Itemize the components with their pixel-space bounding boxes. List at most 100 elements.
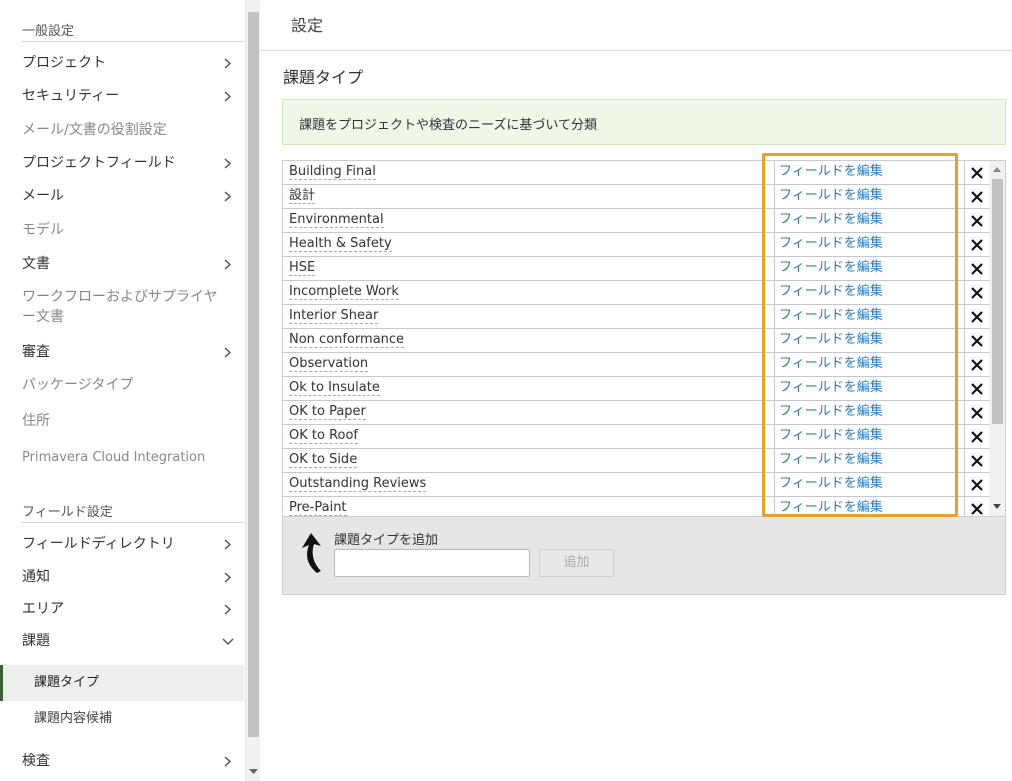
issue-type-name[interactable]: 設計 [289,188,316,204]
issue-type-name[interactable]: Incomplete Work [289,284,399,300]
sidebar-item-inspection[interactable]: 検査 [22,751,244,771]
table-row: OK to Roof フィールドを編集 [283,425,989,449]
sidebar-item-label: 検査 [22,753,50,769]
issue-type-name[interactable]: OK to Side [289,452,358,468]
issue-type-name-cell[interactable]: OK to Roof [283,425,775,449]
sidebar-item-review[interactable]: 審査 [22,342,244,362]
issue-type-name[interactable]: Interior Shear [289,308,379,324]
add-issue-type-input[interactable] [334,549,530,577]
edit-fields-link[interactable]: フィールドを編集 [775,401,965,425]
add-button[interactable]: 追加 [539,549,614,577]
edit-fields-link[interactable]: フィールドを編集 [775,161,965,185]
delete-button[interactable] [965,305,989,329]
edit-fields-link[interactable]: フィールドを編集 [775,329,965,353]
issue-type-name-cell[interactable]: Pre-Paint [283,497,775,516]
delete-button[interactable] [965,185,989,209]
sidebar-item-label: モデル [22,222,64,238]
edit-fields-link[interactable]: フィールドを編集 [775,233,965,257]
edit-fields-link[interactable]: フィールドを編集 [775,425,965,449]
issue-type-name-cell[interactable]: Outstanding Reviews [283,473,775,497]
edit-fields-link[interactable]: フィールドを編集 [775,377,965,401]
issue-type-name[interactable]: Observation [289,356,369,372]
issue-type-name-cell[interactable]: 設計 [283,185,775,209]
info-banner: 課題をプロジェクトや検査のニーズに基づいて分類 [282,99,1006,145]
sidebar-item-area[interactable]: エリア [22,599,244,619]
scroll-down-arrow-icon[interactable] [993,504,1001,509]
table-row: Building Final フィールドを編集 [283,161,989,185]
chevron-right-icon [222,153,234,173]
delete-button[interactable] [965,257,989,281]
issue-type-name[interactable]: Pre-Paint [289,500,347,516]
delete-button[interactable] [965,329,989,353]
sidebar-item-project-fields[interactable]: プロジェクトフィールド [22,153,244,173]
chevron-down-icon [222,631,234,651]
issue-type-name[interactable]: HSE [289,260,316,276]
issue-type-name-cell[interactable]: Interior Shear [283,305,775,329]
issue-type-name-cell[interactable]: Incomplete Work [283,281,775,305]
issue-type-name[interactable]: Outstanding Reviews [289,476,427,492]
edit-fields-link[interactable]: フィールドを編集 [775,185,965,209]
issue-type-name-cell[interactable]: OK to Paper [283,401,775,425]
issue-type-name-cell[interactable]: HSE [283,257,775,281]
edit-fields-link[interactable]: フィールドを編集 [775,281,965,305]
sidebar-scrollbar[interactable] [245,0,260,781]
issue-type-name-cell[interactable]: Ok to Insulate [283,377,775,401]
sidebar-subitem-issue-types[interactable]: 課題タイプ [0,665,244,701]
sidebar-item-workflow-supplier-docs[interactable]: ワークフローおよびサプライヤー文書 [22,287,222,327]
sidebar-scrollbar-thumb[interactable] [248,12,259,737]
sidebar-item-documents[interactable]: 文書 [22,254,244,274]
sidebar-item-security[interactable]: セキュリティー [22,86,244,106]
delete-button[interactable] [965,209,989,233]
delete-button[interactable] [965,353,989,377]
issue-type-name-cell[interactable]: Non conformance [283,329,775,353]
issue-type-name-cell[interactable]: Health & Safety [283,233,775,257]
issue-type-name-cell[interactable]: Environmental [283,209,775,233]
issue-type-name[interactable]: Non conformance [289,332,405,348]
edit-fields-link[interactable]: フィールドを編集 [775,257,965,281]
edit-fields-link[interactable]: フィールドを編集 [775,473,965,497]
delete-button[interactable] [965,233,989,257]
scroll-up-arrow-icon[interactable] [993,167,1001,172]
table-row: Health & Safety フィールドを編集 [283,233,989,257]
sidebar-item-mail-doc-roles[interactable]: メール/文書の役割設定 [22,120,244,140]
issue-type-name[interactable]: OK to Paper [289,404,366,420]
delete-button[interactable] [965,401,989,425]
sidebar-item-primavera[interactable]: Primavera Cloud Integration [22,448,244,468]
edit-fields-link[interactable]: フィールドを編集 [775,305,965,329]
delete-button[interactable] [965,497,989,516]
issue-type-name[interactable]: OK to Roof [289,428,359,444]
issue-type-name[interactable]: Health & Safety [289,236,392,252]
page-title: 課題タイプ [283,68,364,87]
table-scrollbar-thumb[interactable] [992,179,1003,424]
scroll-down-arrow-icon[interactable] [249,769,258,775]
sidebar-item-project[interactable]: プロジェクト [22,53,244,73]
issue-type-name-cell[interactable]: Observation [283,353,775,377]
sidebar-item-mail[interactable]: メール [22,186,244,206]
delete-button[interactable] [965,161,989,185]
delete-button[interactable] [965,425,989,449]
table-scrollbar[interactable] [989,161,1005,516]
issue-type-name[interactable]: Ok to Insulate [289,380,380,396]
edit-fields-link[interactable]: フィールドを編集 [775,353,965,377]
issue-type-name-cell[interactable]: OK to Side [283,449,775,473]
sidebar-item-address[interactable]: 住所 [22,411,244,431]
close-icon [971,479,983,491]
edit-fields-link[interactable]: フィールドを編集 [775,209,965,233]
sidebar-item-model[interactable]: モデル [22,220,244,240]
delete-button[interactable] [965,281,989,305]
close-icon [971,239,983,251]
edit-fields-link[interactable]: フィールドを編集 [775,449,965,473]
issue-type-name-cell[interactable]: Building Final [283,161,775,185]
delete-button[interactable] [965,473,989,497]
sidebar-subitem-issue-content-suggestions[interactable]: 課題内容候補 [0,701,244,737]
curved-arrow-icon [302,533,321,573]
delete-button[interactable] [965,449,989,473]
issue-type-name[interactable]: Environmental [289,212,384,228]
sidebar-item-issues[interactable]: 課題 [22,631,244,651]
sidebar-item-package-types[interactable]: パッケージタイプ [22,375,244,395]
sidebar-item-notifications[interactable]: 通知 [22,567,244,587]
delete-button[interactable] [965,377,989,401]
sidebar-item-field-directory[interactable]: フィールドディレクトリ [22,534,244,554]
edit-fields-link[interactable]: フィールドを編集 [775,497,965,516]
issue-type-name[interactable]: Building Final [289,164,376,180]
